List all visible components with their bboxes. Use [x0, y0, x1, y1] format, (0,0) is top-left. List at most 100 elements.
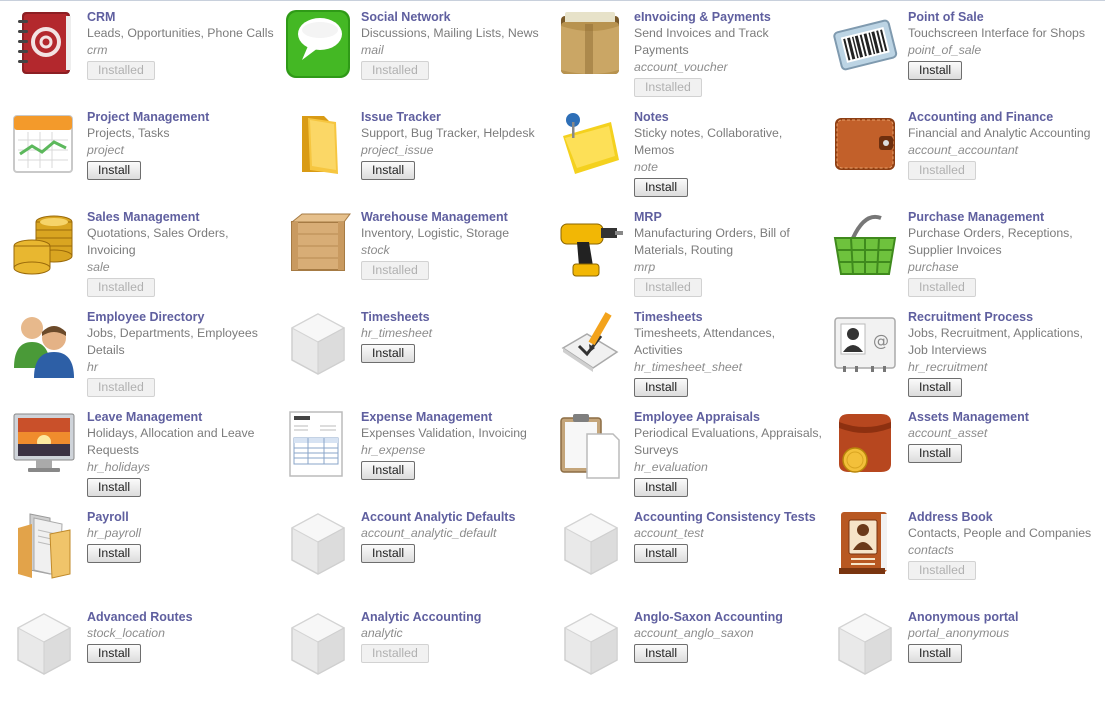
- module-cube-icon[interactable]: [284, 508, 352, 580]
- module-title[interactable]: Analytic Accounting: [361, 609, 551, 625]
- install-button[interactable]: Install: [87, 161, 142, 180]
- module-title[interactable]: Anonymous portal: [908, 609, 1098, 625]
- module-summary: Timesheets, Attendances, Activities: [634, 326, 776, 357]
- module-title[interactable]: Accounting Consistency Tests: [634, 509, 824, 525]
- module-title[interactable]: Expense Management: [361, 409, 551, 425]
- module-title[interactable]: Purchase Management: [908, 209, 1098, 225]
- module-cube-icon[interactable]: [557, 608, 625, 680]
- module-title[interactable]: Accounting and Finance: [908, 109, 1098, 125]
- module-title[interactable]: Anglo-Saxon Accounting: [634, 609, 824, 625]
- module-title[interactable]: CRM: [87, 9, 277, 25]
- module-info: MRP Manufacturing Orders, Bill of Materia…: [634, 209, 824, 297]
- module-title[interactable]: Employee Appraisals: [634, 409, 824, 425]
- folder-icon[interactable]: [284, 108, 352, 180]
- install-button[interactable]: Install: [634, 178, 689, 197]
- install-button[interactable]: Install: [634, 544, 689, 563]
- install-button[interactable]: Install: [908, 61, 963, 80]
- install-button[interactable]: Install: [361, 544, 416, 563]
- module-cube-icon[interactable]: [557, 508, 625, 580]
- module-summary: Quotations, Sales Orders, Invoicing: [87, 226, 229, 257]
- address-book-icon[interactable]: [831, 508, 899, 580]
- module-technical-name: note: [634, 160, 658, 174]
- installed-button: Installed: [908, 161, 976, 180]
- module-tile-account-voucher: eInvoicing & Payments Send Invoices and T…: [553, 6, 827, 106]
- module-tile-account-asset: Assets Management account_asset Install: [827, 406, 1101, 506]
- install-button[interactable]: Install: [908, 644, 963, 663]
- module-title[interactable]: Project Management: [87, 109, 277, 125]
- module-title[interactable]: Timesheets: [361, 309, 551, 325]
- module-technical-name: account_analytic_default: [361, 526, 497, 540]
- module-tile-hr-timesheet-sheet: Timesheets Timesheets, Attendances, Activ…: [553, 306, 827, 406]
- wooden-crate-icon[interactable]: [284, 208, 352, 280]
- installed-button: Installed: [361, 61, 429, 80]
- install-button[interactable]: Install: [87, 544, 142, 563]
- module-tile-hr-recruitment: @ Recruitment Process Jobs, Recruitment, A…: [827, 306, 1101, 406]
- clipboard-icon[interactable]: [557, 408, 625, 480]
- barcode-scanner-icon[interactable]: [831, 8, 899, 80]
- install-button[interactable]: Install: [634, 378, 689, 397]
- shopping-basket-icon[interactable]: [831, 208, 899, 280]
- leather-wallet-icon[interactable]: [831, 108, 899, 180]
- module-title[interactable]: Warehouse Management: [361, 209, 551, 225]
- install-button[interactable]: Install: [361, 161, 416, 180]
- module-tile-purchase: Purchase Management Purchase Orders, Rece…: [827, 206, 1101, 306]
- document-folder-icon[interactable]: [10, 508, 78, 580]
- module-technical-name: hr: [87, 360, 98, 374]
- module-title[interactable]: eInvoicing & Payments: [634, 9, 824, 25]
- module-technical-name: analytic: [361, 626, 403, 640]
- module-cube-icon[interactable]: [284, 308, 352, 380]
- module-title[interactable]: Issue Tracker: [361, 109, 551, 125]
- module-title[interactable]: Sales Management: [87, 209, 277, 225]
- install-button[interactable]: Install: [361, 344, 416, 363]
- install-button[interactable]: Install: [634, 644, 689, 663]
- module-title[interactable]: Account Analytic Defaults: [361, 509, 551, 525]
- module-grid: CRM Leads, Opportunities, Phone Calls crm I…: [6, 6, 1101, 706]
- installed-button: Installed: [361, 644, 429, 663]
- module-cube-icon[interactable]: [831, 608, 899, 680]
- sticky-note-icon[interactable]: [557, 108, 625, 180]
- module-tile-mail: Social Network Discussions, Mailing Lists…: [280, 6, 553, 106]
- wallet-icon[interactable]: [557, 8, 625, 80]
- module-title[interactable]: MRP: [634, 209, 824, 225]
- module-info: Warehouse Management Inventory, Logistic,…: [361, 209, 551, 280]
- module-title[interactable]: Timesheets: [634, 309, 824, 325]
- module-title[interactable]: Payroll: [87, 509, 277, 525]
- invoice-document-icon[interactable]: [284, 408, 352, 480]
- module-title[interactable]: Notes: [634, 109, 824, 125]
- employees-icon[interactable]: [10, 308, 78, 380]
- module-technical-name: sale: [87, 260, 110, 274]
- install-button[interactable]: Install: [87, 644, 142, 663]
- module-title[interactable]: Leave Management: [87, 409, 277, 425]
- installed-button: Installed: [361, 261, 429, 280]
- module-cube-icon[interactable]: [10, 608, 78, 680]
- install-button[interactable]: Install: [87, 478, 142, 497]
- module-title[interactable]: Social Network: [361, 9, 551, 25]
- module-title[interactable]: Assets Management: [908, 409, 1098, 425]
- module-technical-name: hr_payroll: [87, 526, 141, 540]
- module-title[interactable]: Point of Sale: [908, 9, 1098, 25]
- crm-address-book-icon[interactable]: [10, 8, 78, 80]
- module-cube-icon[interactable]: [284, 608, 352, 680]
- coin-purse-icon[interactable]: [831, 408, 899, 480]
- install-button[interactable]: Install: [908, 444, 963, 463]
- install-button[interactable]: Install: [908, 378, 963, 397]
- module-technical-name: hr_holidays: [87, 460, 150, 474]
- module-summary: Manufacturing Orders, Bill of Materials,…: [634, 226, 790, 257]
- power-drill-icon[interactable]: [557, 208, 625, 280]
- module-title[interactable]: Recruitment Process: [908, 309, 1098, 325]
- contact-card-icon[interactable]: @: [831, 308, 899, 380]
- module-title[interactable]: Employee Directory: [87, 309, 277, 325]
- calendar-icon[interactable]: [10, 108, 78, 180]
- module-title[interactable]: Advanced Routes: [87, 609, 277, 625]
- pencil-checkbox-icon[interactable]: [557, 308, 625, 380]
- speech-bubble-icon[interactable]: [284, 8, 352, 80]
- gold-coins-icon[interactable]: [10, 208, 78, 280]
- module-summary: Purchase Orders, Receptions, Supplier In…: [908, 226, 1073, 257]
- install-button[interactable]: Install: [361, 461, 416, 480]
- sunset-monitor-icon[interactable]: [10, 408, 78, 480]
- module-title[interactable]: Address Book: [908, 509, 1098, 525]
- module-technical-name: stock_location: [87, 626, 165, 640]
- module-info: Accounting and Finance Financial and Anal…: [908, 109, 1098, 180]
- install-button[interactable]: Install: [634, 478, 689, 497]
- module-technical-name: account_asset: [908, 426, 988, 440]
